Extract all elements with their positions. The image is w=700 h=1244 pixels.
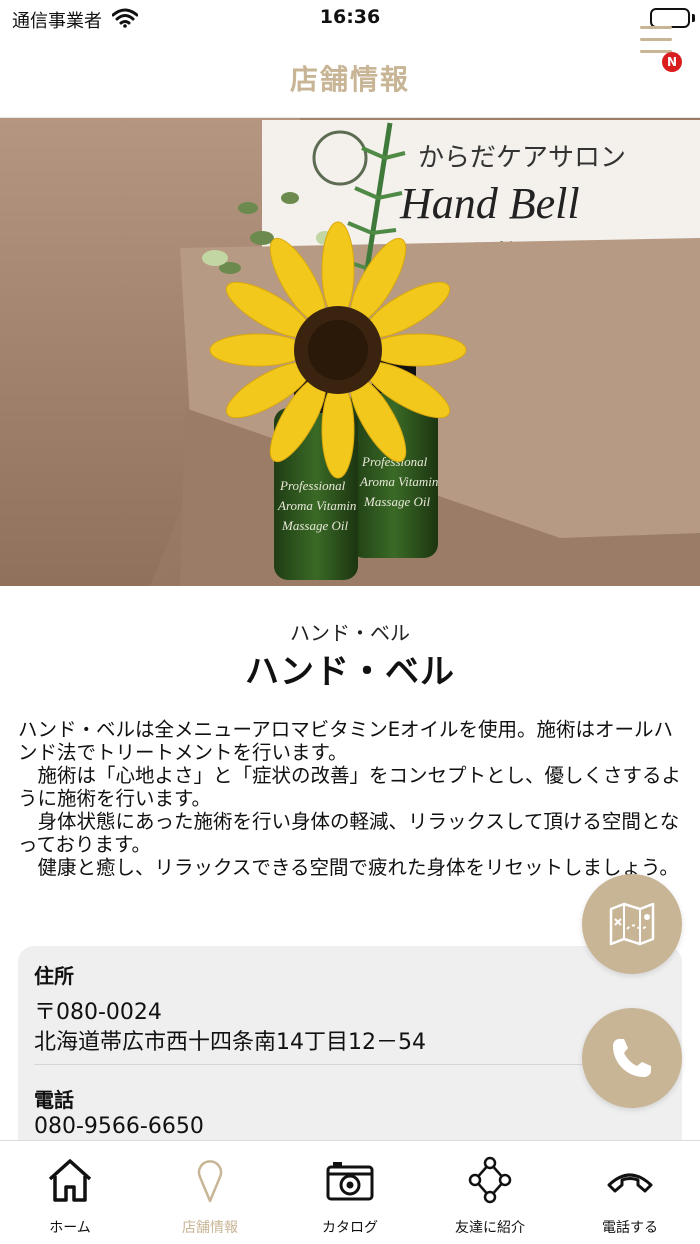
tab-catalog-label: カタログ	[322, 1220, 378, 1236]
status-bar: 通信事業者 16:36	[0, 0, 700, 36]
tab-shop-info-label: 店舗情報	[182, 1220, 238, 1236]
bottle-text-1: Professional	[279, 478, 346, 493]
postal-code: 〒080-0024	[34, 1000, 162, 1025]
sign-text-2: Hand Bell	[399, 179, 580, 228]
shop-name: ハンド・ベル	[245, 652, 455, 692]
bottle-text-5: Aroma Vitamin	[359, 474, 438, 489]
map-icon	[609, 902, 655, 946]
shop-photo: からだケアサロン Hand Bell ハンド・ベル Professional	[0, 118, 700, 586]
tab-call-label: 電話する	[602, 1220, 658, 1236]
navigation-bar: 店舗情報	[0, 36, 700, 118]
address[interactable]: 北海道帯広市西十四条南14丁目12－54	[34, 1024, 426, 1056]
phone-label: 電話	[34, 1088, 74, 1112]
phone-number[interactable]: 080-9566-6650	[34, 1114, 204, 1139]
battery-tip	[692, 14, 695, 22]
tab-refer-friend-label: 友達に紹介	[455, 1220, 525, 1236]
share-icon	[468, 1156, 512, 1204]
page-title: 店舗情報	[289, 63, 410, 96]
bottle-text-2: Aroma Vitamin	[277, 498, 356, 513]
tab-home-label: ホーム	[49, 1220, 91, 1236]
tab-catalog[interactable]: カタログ	[280, 1141, 420, 1244]
home-icon	[48, 1159, 92, 1202]
menu-icon	[640, 26, 672, 29]
bottle-text-6: Massage Oil	[363, 494, 430, 509]
tab-call[interactable]: 電話する	[560, 1141, 700, 1244]
address-label: 住所	[34, 964, 74, 988]
phone-icon	[607, 1173, 653, 1193]
tab-bar: ホーム 店舗情報 カタログ 友達に紹介 電話する	[0, 1140, 700, 1244]
sign-text-1: からだケアサロン	[418, 143, 626, 172]
bottle-text-3: Massage Oil	[281, 518, 348, 533]
clock: 16:36	[319, 6, 381, 28]
notification-badge: N	[662, 52, 682, 72]
shop-description: ハンド・ベルは全メニューアロマビタミンEオイルを使用。施術はオールハンド法でトリ…	[18, 718, 682, 879]
call-button[interactable]	[582, 1008, 682, 1108]
map-button[interactable]	[582, 874, 682, 974]
tab-refer-friend[interactable]: 友達に紹介	[420, 1141, 560, 1244]
tab-shop-info[interactable]: 店舗情報	[140, 1141, 280, 1244]
location-pin-icon	[197, 1160, 223, 1203]
shop-name-kana: ハンド・ベル	[290, 621, 410, 645]
tab-home[interactable]: ホーム	[0, 1141, 140, 1244]
divider	[34, 1064, 666, 1065]
phone-handset-icon	[613, 1039, 651, 1077]
camera-icon	[326, 1162, 374, 1201]
